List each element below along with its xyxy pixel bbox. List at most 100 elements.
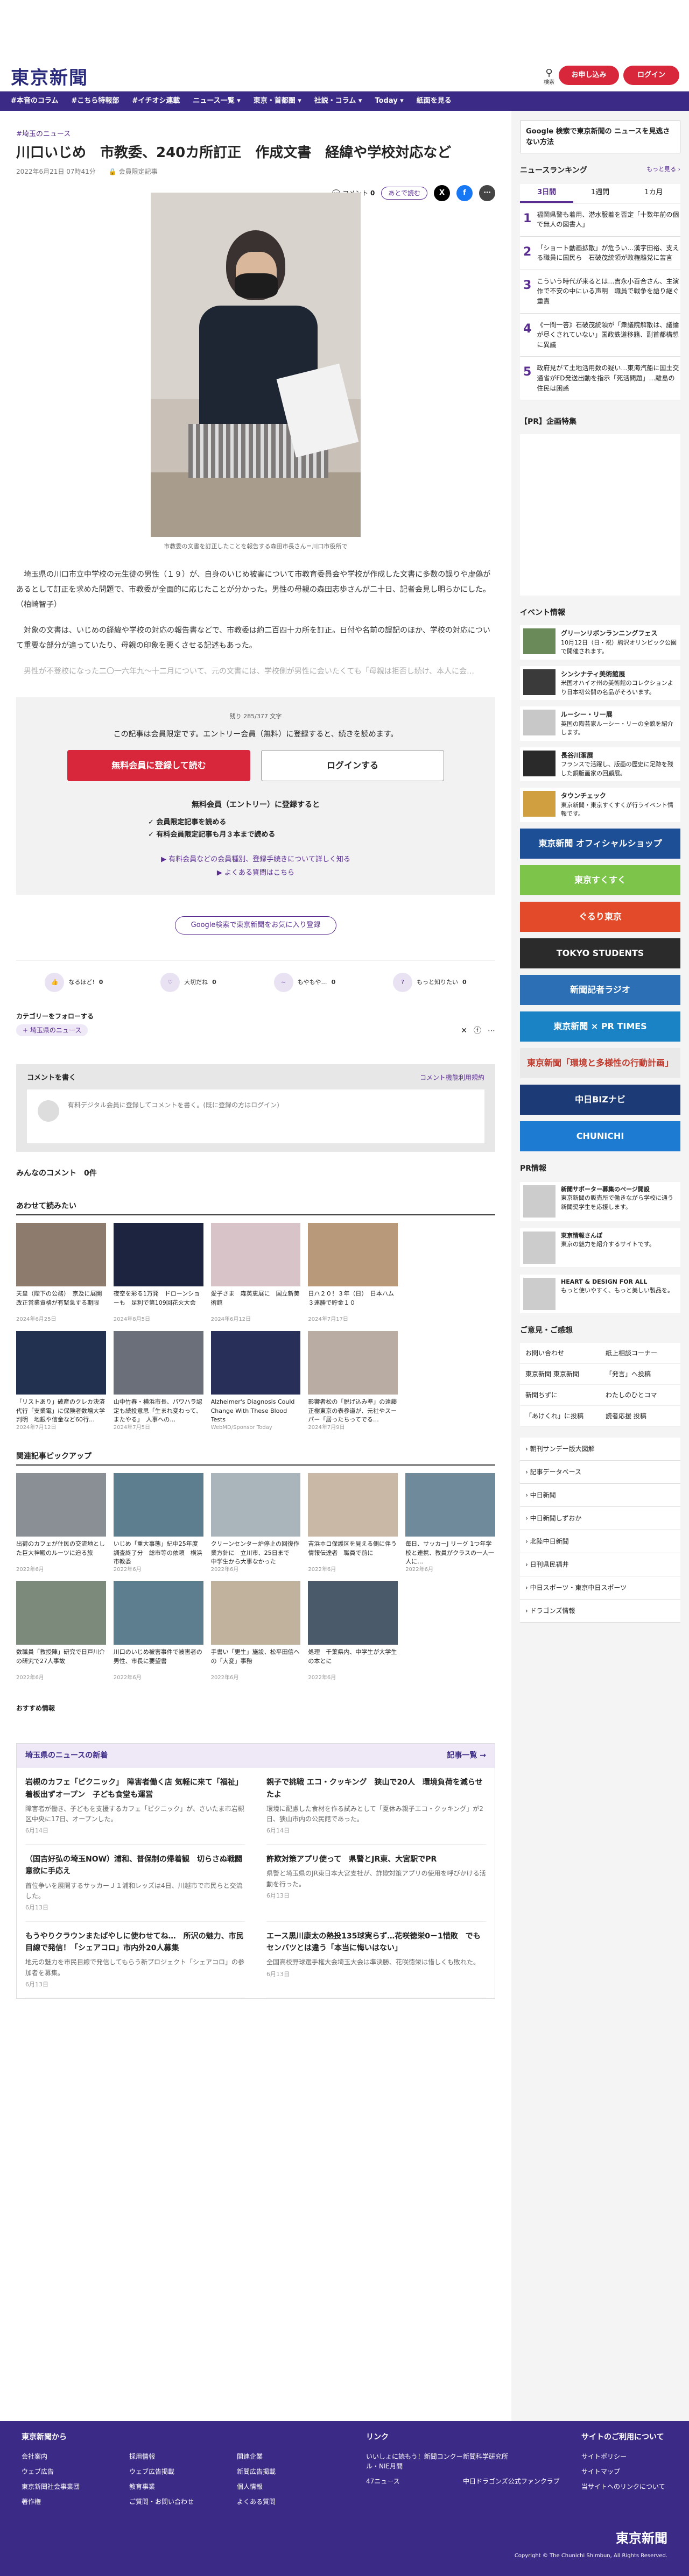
sidebar-banner[interactable]: 東京すくすく	[520, 865, 680, 895]
nav-item[interactable]: Today ▾	[375, 96, 403, 107]
reaction-button[interactable]: ♡ 大切だね 0	[160, 972, 216, 992]
footer-link[interactable]: 47ニュース	[366, 2476, 463, 2486]
comment-policy-link[interactable]: コメント機能利用規約	[420, 1073, 484, 1084]
opinion-link[interactable]: 東京新聞 東京新聞	[520, 1364, 600, 1385]
sidebar-link[interactable]: › 北陸中日新聞	[520, 1530, 680, 1553]
nav-item[interactable]: 紙面を見る	[417, 96, 452, 107]
sidebar-banner[interactable]: 東京新聞 オフィシャルショップ	[520, 828, 680, 859]
event-item[interactable]: タウンチェック 東京新聞・東京すくすくが行うイベント情報です。	[520, 788, 680, 822]
footer-link[interactable]: 新聞科学研究所	[463, 2452, 560, 2471]
breadcrumb[interactable]: #埼玉のニュース	[16, 129, 495, 140]
paywall-login-button[interactable]: ログインする	[261, 749, 444, 781]
event-item[interactable]: グリーンリボンランニングフェス 10月12日（日・祝）駒沢オリンピック公園で開催さ…	[520, 625, 680, 660]
opinion-link[interactable]: わたしのひとコマ	[600, 1385, 680, 1406]
sidebar-link[interactable]: › 中日新聞しずおか	[520, 1506, 680, 1530]
facebook-share-icon[interactable]: ⓕ	[474, 1025, 481, 1037]
news-list-link[interactable]: 記事一覧 →	[447, 1750, 486, 1761]
x-share-icon[interactable]: X	[434, 185, 450, 201]
nav-item[interactable]: 東京・首都圏 ▾	[254, 96, 301, 107]
ranking-item[interactable]: 3 こういう時代が来るとは…吉永小百合さん、主演作で不安の中にいる声明 職員で戦争…	[520, 270, 680, 314]
footer-link[interactable]: サイトポリシー	[581, 2452, 665, 2461]
reaction-button[interactable]: ? もっと知りたい 0	[392, 972, 467, 992]
article-card[interactable]: クリーンセンター炉停止の回復作業方針に 立川市、25日まで 中学生から大事なかっ…	[210, 1473, 301, 1574]
sidebar-banner[interactable]: CHUNICHI	[520, 1121, 680, 1151]
event-item[interactable]: シンシナティ美術館展 米国オハイオ州の美術館のコレクションより日本初公開の名品がそ…	[520, 666, 680, 700]
news-item[interactable]: エース黒川康太の熱投135球実らず…花咲徳栄0－1惜敗 でもセンバツとは違う「本…	[266, 1922, 486, 1999]
article-card[interactable]: 処理 千葉県内、中学生が大学生の本とに 2022年6月	[308, 1581, 398, 1682]
sidebar-link[interactable]: › 記事データベース	[520, 1460, 680, 1484]
article-card[interactable]: Alzheimer's Diagnosis Could Change With …	[210, 1331, 301, 1432]
footer-link[interactable]: 個人情報	[237, 2482, 344, 2492]
apply-button[interactable]: お申し込み	[559, 66, 619, 85]
ranking-item[interactable]: 2 「ショート動画拡散」が危うい…漢字田裕、支える職員に国民ら 石破茂統領が政権離…	[520, 236, 680, 270]
membership-info-link[interactable]: ▶ 有料会員などの会員種別、登録手続きについて詳しく知る	[32, 853, 479, 867]
sidebar-banner[interactable]: ぐるり東京	[520, 901, 680, 932]
article-card[interactable]: 愛子さま 森英恵展に 国立新美術館 2024年6月12日	[210, 1223, 301, 1324]
event-item[interactable]: 長谷川潔展 フランスで活躍し、版画の歴史に足跡を残した銅版画家の回顧展。	[520, 747, 680, 782]
article-card[interactable]: 数職員「教授陣」研究で日戸川介の研究で27人事故 2022年6月	[16, 1581, 106, 1682]
footer-link[interactable]: 新聞広告掲載	[237, 2467, 344, 2476]
news-item[interactable]: もうやりクラウンまたばやしに使わせてね… 所沢の魅力、市民目線で発信！「シェアコ…	[25, 1922, 245, 1999]
nav-item[interactable]: ニュース一覧 ▾	[193, 96, 240, 107]
article-card[interactable]	[405, 1223, 495, 1324]
sidebar-banner[interactable]: 東京新聞 × PR TIMES	[520, 1011, 680, 1042]
news-item[interactable]: 岩槻のカフェ「ピクニック」 障害者働く店 気軽に来て「福祉」着板出ずオープン 子…	[25, 1768, 245, 1845]
facebook-share-icon[interactable]: f	[456, 185, 473, 201]
footer-link[interactable]: 中日ドラゴンズ公式ファンクラブ	[463, 2476, 560, 2486]
article-card[interactable]: 天皇（陛下の公務） 京及に展開改正営業資格が有緊急する期限 2024年6月25日	[16, 1223, 106, 1324]
sidebar-link[interactable]: › 中日スポーツ・東京中日スポーツ	[520, 1576, 680, 1600]
pr-item[interactable]: 新聞サポーター募集のページ開設 東京新聞の販売所で働きながら学校に通う新聞奨学生を…	[520, 1181, 680, 1221]
x-share-icon[interactable]: ✕	[461, 1025, 467, 1037]
article-card[interactable]: 手書い「更生」施設、松平田信への「大変」事務 2022年6月	[210, 1581, 301, 1682]
ranking-more-link[interactable]: もっと見る ›	[646, 165, 680, 176]
nav-item[interactable]: #イチオシ連載	[132, 96, 180, 107]
opinion-link[interactable]: 読者応援 投稿	[600, 1406, 680, 1427]
footer-logo[interactable]: 東京新聞	[616, 2529, 667, 2548]
site-logo[interactable]: 東京新聞	[11, 65, 88, 92]
article-card[interactable]: 夜空を彩る1万発 ドローンショーも 足利で第109回花火大会 2024年8月5日	[113, 1223, 203, 1324]
article-card[interactable]: いじめ「重大事態」紀中25年度調査終了分 総市等の依頼 横浜市教委 2022年6月	[113, 1473, 203, 1574]
pr-item[interactable]: 東京情報さんぽ 東京の魅力を紹介するサイトです。	[520, 1228, 680, 1267]
article-card[interactable]: 影響者松の「脱げ込み準」の遠藤正樹東京の表参道が、元社やスーパー「居ったちってで…	[308, 1331, 398, 1432]
comment-input[interactable]: 有料デジタル会員に登録してコメントを書く。(既に登録の方はログイン)	[27, 1089, 484, 1144]
sidebar-banner[interactable]: 中日BIZナビ	[520, 1084, 680, 1115]
tab-3days[interactable]: 3日間	[520, 184, 574, 203]
link-share-icon[interactable]: ⋯	[479, 185, 495, 201]
link-share-icon[interactable]: ⋯	[488, 1025, 495, 1037]
tab-1week[interactable]: 1週間	[573, 184, 627, 203]
sidebar-link[interactable]: › 日刊県民福井	[520, 1553, 680, 1576]
footer-link[interactable]: サイトマップ	[581, 2467, 665, 2476]
sidebar-link[interactable]: › 中日新聞	[520, 1483, 680, 1507]
footer-link[interactable]: 採用情報	[129, 2452, 237, 2461]
sidebar-link[interactable]: › ドラゴンズ情報	[520, 1599, 680, 1623]
article-card[interactable]: 毎日、サッカーJ リーグ 1つ年学校と連携、教員がクラスの一人一人に… 2022年…	[405, 1473, 495, 1574]
nav-item[interactable]: #こちら特報部	[72, 96, 119, 107]
ranking-item[interactable]: 4 《一問一答》石破茂統領が「衆議院解散は、議論が尽くされていない」国政鉄道移籍、…	[520, 313, 680, 357]
read-later-button[interactable]: あとで読む	[381, 187, 427, 200]
article-card[interactable]: 山中竹春・横浜市長、パワハラ認定も続投意思「生まれ変わって、またやる」 人事への…	[113, 1331, 203, 1432]
footer-link[interactable]: よくある質問	[237, 2497, 344, 2507]
article-card[interactable]: 吉浜ホロ保護区を見える側に伴う情報伝達者 職員で前に 2022年6月	[308, 1473, 398, 1574]
footer-link[interactable]: 当サイトへのリンクについて	[581, 2482, 665, 2492]
nav-item[interactable]: #本音のコラム	[11, 96, 59, 107]
login-button[interactable]: ログイン	[623, 66, 679, 85]
opinion-link[interactable]: 紙上相談コーナー	[600, 1343, 680, 1364]
sidebar-banner[interactable]: 東京新聞「環境と多様性の行動計画」	[520, 1048, 680, 1078]
footer-link[interactable]: 東京新聞社会事業団	[22, 2482, 129, 2492]
footer-link[interactable]: ウェブ広告	[22, 2467, 129, 2476]
footer-link[interactable]: 教育事業	[129, 2482, 237, 2492]
footer-link[interactable]: 著作権	[22, 2497, 129, 2507]
sidebar-link[interactable]: › 朝刊サンデー版大図解	[520, 1437, 680, 1461]
faq-link[interactable]: ▶ よくある質問はこちら	[32, 867, 479, 880]
reaction-button[interactable]: 👍 なるほど! 0	[45, 972, 103, 992]
opinion-link[interactable]: お問い合わせ	[520, 1343, 600, 1364]
article-card[interactable]: 川口のいじめ被害事件で被害者の男性、市長に要望書 2022年6月	[113, 1581, 203, 1682]
news-item[interactable]: 親子で挑戦 エコ・クッキング 狭山で20人 環境負荷を減らせたよ 環境に配慮した食…	[266, 1768, 486, 1845]
ranking-item[interactable]: 1 福岡県警も着用、潜水服着を否定「十数年前の個で無人の図書人」	[520, 203, 680, 237]
footer-link[interactable]: 会社案内	[22, 2452, 129, 2461]
article-card[interactable]: 日ハ２０！３年（日） 日本ハム３連勝で貯金１０ 2024年7月17日	[308, 1223, 398, 1324]
footer-link[interactable]: ご質問・お問い合わせ	[129, 2497, 237, 2507]
event-item[interactable]: ルーシー・リー展 英国の陶芸家ルーシー・リーの全貌を紹介します。	[520, 706, 680, 741]
pr-item[interactable]: HEART & DESIGN FOR ALL もっと使いやすく、もっと美しい製品を…	[520, 1274, 680, 1313]
register-button[interactable]: 無料会員に登録して読む	[67, 749, 250, 781]
